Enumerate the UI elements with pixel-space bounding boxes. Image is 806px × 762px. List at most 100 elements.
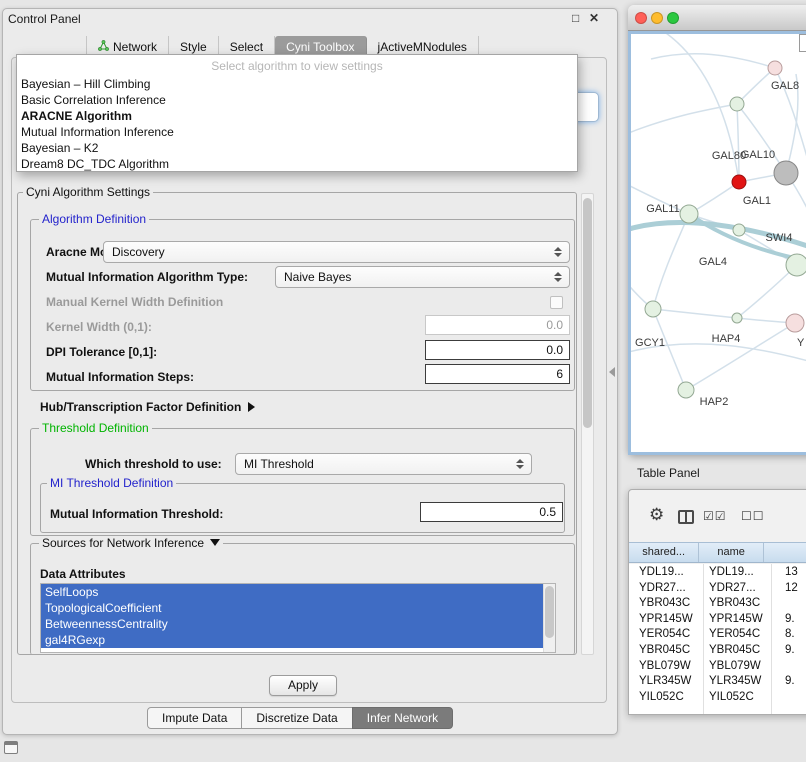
network-node[interactable]: [786, 254, 806, 276]
data-attributes-list: SelfLoopsTopologicalCoefficientBetweenne…: [40, 583, 556, 653]
network-node[interactable]: [774, 161, 798, 185]
table-panel-window: ⚙ ☑☑ ☐☐ shared...name YDL19...YDL19...13…: [628, 489, 806, 715]
kernel-width-label: Kernel Width (0,1):: [46, 320, 152, 334]
network-node[interactable]: [678, 382, 694, 398]
network-window: GAL8GAL80GAL10GAL11GAL1SWI4GAL4GCY1HAP4Y…: [628, 5, 806, 455]
tab-impute-data[interactable]: Impute Data: [147, 707, 242, 729]
float-panel-icon[interactable]: [4, 741, 18, 754]
table-row[interactable]: YDL19...YDL19...13: [629, 564, 806, 580]
mi-threshold-field[interactable]: 0.5: [420, 502, 563, 522]
dropdown-option-dream8-dc-tdc-algorithm[interactable]: Dream8 DC_TDC Algorithm: [17, 156, 577, 172]
zoom-button[interactable]: [667, 12, 679, 24]
table-cell: 9.: [785, 642, 795, 658]
close-button[interactable]: [635, 12, 647, 24]
table-row[interactable]: YER054CYER054C8.: [629, 626, 806, 642]
table-cell: 12: [785, 580, 798, 596]
columns-icon[interactable]: [678, 510, 694, 524]
dropdown-option-bayesian-hill-climbing[interactable]: Bayesian – Hill Climbing: [17, 76, 577, 92]
control-panel-title: Control Panel: [8, 12, 81, 26]
table-cell: YIL052C: [709, 689, 754, 705]
table-header-row: shared...name: [629, 542, 806, 563]
deselect-all-icon[interactable]: ☐☐: [741, 509, 765, 523]
dropdown-option-mutual-information-inference[interactable]: Mutual Information Inference: [17, 124, 577, 140]
node-label-gal4: GAL4: [699, 256, 727, 268]
table-cell: 9.: [785, 673, 795, 689]
updown-arrows-icon: [554, 272, 562, 282]
dropdown-option-basic-correlation-inference[interactable]: Basic Correlation Inference: [17, 92, 577, 108]
column-header-2[interactable]: [764, 543, 806, 562]
hub-section-label: Hub/Transcription Factor Definition: [40, 400, 241, 414]
settings-scrollbar-thumb[interactable]: [583, 198, 592, 428]
tab-infer-network[interactable]: Infer Network: [352, 707, 453, 729]
data-attributes-label: Data Attributes: [40, 567, 126, 581]
kernel-width-field[interactable]: 0.0: [425, 315, 570, 335]
table-row[interactable]: YPR145WYPR145W9.: [629, 611, 806, 627]
settings-scrollbar[interactable]: [581, 193, 594, 655]
mi-steps-field[interactable]: 6: [425, 364, 570, 384]
table-cell: YLR345W: [639, 673, 691, 689]
which-threshold-select[interactable]: MI Threshold: [235, 453, 532, 475]
list-item-betweennesscentrality[interactable]: BetweennessCentrality: [41, 616, 543, 632]
network-corner-box: [799, 34, 806, 52]
table-row[interactable]: YBR045C YBR045C 9.: [629, 642, 806, 658]
dropdown-option-bayesian-k2[interactable]: Bayesian – K2: [17, 140, 577, 156]
network-window-titlebar[interactable]: [628, 5, 806, 31]
column-header-name[interactable]: name: [699, 543, 764, 562]
dropdown-option-aracne-algorithm[interactable]: ARACNE Algorithm: [17, 108, 577, 124]
table-cell: YPR145W: [639, 611, 693, 627]
minimize-button[interactable]: [651, 12, 663, 24]
aracne-mode-select[interactable]: Discovery: [103, 241, 570, 263]
which-threshold-label: Which threshold to use:: [85, 457, 222, 471]
manual-kernel-width-checkbox[interactable]: [550, 296, 563, 309]
table-cell: YBL079W: [639, 658, 691, 674]
sources-group-toggle[interactable]: Sources for Network Inference: [39, 536, 223, 550]
node-label-y: Y: [797, 337, 805, 349]
mi-threshold-label: Mutual Information Threshold:: [50, 507, 223, 521]
list-item-gal4rgexp[interactable]: gal4RGexp: [41, 632, 543, 648]
network-canvas[interactable]: GAL8GAL80GAL10GAL11GAL1SWI4GAL4GCY1HAP4Y…: [628, 31, 806, 455]
select-all-icon[interactable]: ☑☑: [703, 509, 727, 523]
table-cell: YBR045C: [709, 642, 760, 658]
table-cell: YER054C: [639, 626, 690, 642]
network-node[interactable]: [732, 175, 746, 189]
list-scrollbar-thumb[interactable]: [545, 586, 554, 638]
network-node[interactable]: [680, 205, 698, 223]
table-cell: YBR043C: [639, 595, 690, 611]
mi-algorithm-type-select[interactable]: Naive Bayes: [275, 266, 570, 288]
table-row[interactable]: YIL052C YIL052C: [629, 689, 806, 705]
dpi-tolerance-field[interactable]: 0.0: [425, 340, 570, 360]
column-header-shared[interactable]: shared...: [629, 543, 699, 562]
table-cell: YLR345W: [709, 673, 761, 689]
table-row[interactable]: YLR345W YLR345W 9.: [629, 673, 806, 689]
gear-icon[interactable]: ⚙: [649, 506, 664, 523]
network-node[interactable]: [645, 301, 661, 317]
list-item-selfloops[interactable]: SelfLoops: [41, 584, 543, 600]
table-cell: 9.: [785, 611, 795, 627]
table-row[interactable]: YDR27...YDR27...12: [629, 580, 806, 596]
network-node[interactable]: [786, 314, 804, 332]
tab-discretize-data[interactable]: Discretize Data: [241, 707, 352, 729]
network-node[interactable]: [732, 313, 742, 323]
table-cell: YIL052C: [639, 689, 684, 705]
apply-button[interactable]: Apply: [269, 675, 337, 696]
algorithm-dropdown-list: Select algorithm to view settings Bayesi…: [16, 54, 578, 172]
table-row[interactable]: YBR043C YBR043C: [629, 595, 806, 611]
network-node[interactable]: [768, 61, 782, 75]
mi-algorithm-type-value: Naive Bayes: [284, 267, 351, 288]
close-icon[interactable]: ✕: [589, 11, 599, 25]
panel-collapse-handle[interactable]: [609, 367, 615, 377]
restore-icon[interactable]: □: [572, 11, 579, 25]
list-item-topologicalcoefficient[interactable]: TopologicalCoefficient: [41, 600, 543, 616]
table-cell: YDL19...: [639, 564, 684, 580]
list-scrollbar[interactable]: [543, 584, 555, 652]
table-cell: YBR043C: [709, 595, 760, 611]
table-cell: YBR045C: [639, 642, 690, 658]
algorithm-definition-title: Algorithm Definition: [39, 212, 149, 226]
hub-section-toggle[interactable]: Hub/Transcription Factor Definition: [40, 400, 255, 414]
which-threshold-value: MI Threshold: [244, 454, 314, 475]
network-node[interactable]: [730, 97, 744, 111]
table-row[interactable]: YBL079WYBL079W: [629, 658, 806, 674]
table-cell: YDR27...: [709, 580, 756, 596]
network-node[interactable]: [733, 224, 745, 236]
node-label-gal11: GAL11: [646, 203, 679, 215]
